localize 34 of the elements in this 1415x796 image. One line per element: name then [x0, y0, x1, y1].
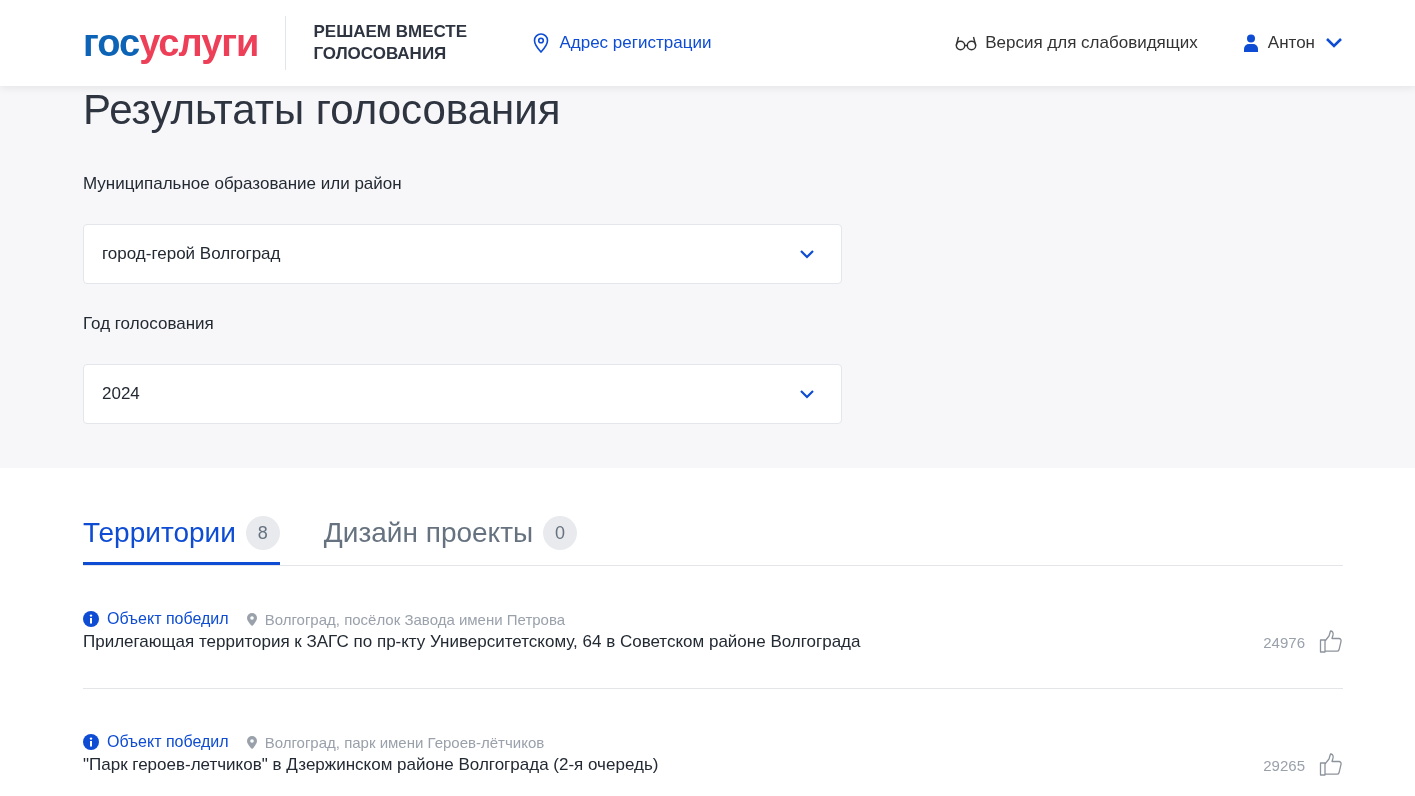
thumbs-up-icon[interactable]	[1319, 753, 1343, 777]
user-icon	[1243, 34, 1258, 52]
vote-count: 29265	[1263, 756, 1305, 774]
location-text: Волгоград, парк имени Героев-лётчиков	[264, 733, 545, 751]
tagline: РЕШАЕМ ВМЕСТЕ ГОЛОСОВАНИЯ	[313, 21, 469, 65]
chevron-down-icon	[799, 389, 815, 399]
dropdown-field[interactable]: город-герой Волгоград	[83, 224, 842, 284]
count-badge: 8	[245, 516, 280, 550]
info-icon	[83, 611, 99, 627]
project-title[interactable]: "Парк героев-летчиков" в Дзержинском районе Волгограда (2-я очередь)	[83, 755, 1264, 775]
dropdown-field[interactable]: 2024	[83, 364, 842, 424]
field-label: Год голосования	[83, 314, 215, 334]
field-label: Муниципальное образование или район	[83, 174, 403, 194]
info-icon	[83, 734, 99, 750]
glasses-icon	[955, 35, 978, 51]
page-title: Результаты голосования	[83, 85, 562, 135]
accessibility-link[interactable]: Версия для слабовидящих	[955, 33, 1198, 53]
address-link[interactable]: Адрес регистрации	[533, 33, 712, 53]
project-title[interactable]: Прилегающая территория к ЗАГС по пр-кту Университетскому, 64 в Советском районе Волгограда	[83, 632, 1264, 652]
location-pin-icon	[246, 612, 257, 626]
logo[interactable]: госуслуги	[83, 21, 259, 65]
thumbs-up-icon[interactable]	[1319, 630, 1343, 654]
status-label: Объект победил	[107, 610, 229, 628]
vote-count: 24976	[1263, 633, 1305, 651]
count-badge: 0	[543, 516, 578, 550]
user-menu[interactable]: Антон	[1243, 33, 1343, 53]
status-label: Объект победил	[107, 733, 229, 751]
location-pin-icon	[246, 735, 257, 749]
location-pin-icon	[533, 33, 550, 53]
location-text: Волгоград, посёлок Завода имени Петрова	[264, 610, 566, 628]
tab[interactable]: Дизайн проекты 0	[323, 514, 578, 565]
tab[interactable]: Территории 8	[83, 514, 280, 565]
chevron-down-icon	[1325, 37, 1343, 49]
chevron-down-icon	[799, 249, 815, 259]
